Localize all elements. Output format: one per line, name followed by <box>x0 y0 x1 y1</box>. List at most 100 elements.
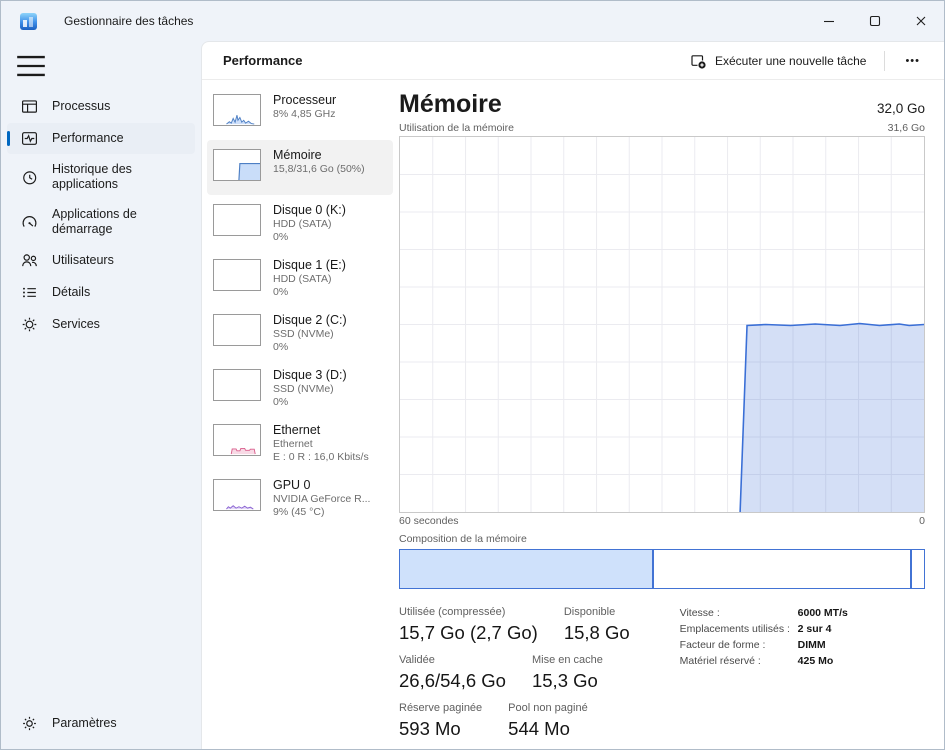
perf-item-type: SSD (NVMe) <box>273 328 347 341</box>
perf-item-ethernet[interactable]: Ethernet Ethernet E : 0 R : 16,0 Kbits/s <box>207 415 393 470</box>
startup-apps-icon <box>21 214 38 231</box>
perf-item-gpu[interactable]: GPU 0 NVIDIA GeForce R... 9% (45 °C) <box>207 470 393 525</box>
close-button[interactable] <box>898 1 944 41</box>
window-controls <box>806 1 944 41</box>
stat-nonpaged-pool: Pool non paginé 544 Mo <box>508 701 588 740</box>
sidebar-item-label: Détails <box>52 285 90 300</box>
sidebar-item-processus[interactable]: Processus <box>7 91 195 122</box>
ethernet-sparkline <box>213 424 261 456</box>
memory-composition-bar <box>399 549 925 589</box>
perf-item-disk1[interactable]: Disque 1 (E:) HDD (SATA) 0% <box>207 250 393 305</box>
sidebar-item-parametres[interactable]: Paramètres <box>7 708 195 739</box>
perf-item-stat: 0% <box>273 341 347 354</box>
sidebar-item-details[interactable]: Détails <box>7 277 195 308</box>
perf-item-name: Disque 0 (K:) <box>273 203 346 218</box>
sidebar-item-label: Services <box>52 317 100 332</box>
stat-committed: Validée 26,6/54,6 Go <box>399 653 506 692</box>
sidebar-item-label: Performance <box>52 131 124 146</box>
minimize-icon <box>821 13 837 29</box>
perf-item-type: SSD (NVMe) <box>273 383 347 396</box>
page-title: Performance <box>223 53 302 68</box>
sidebar-item-label: Paramètres <box>52 716 117 731</box>
disk1-sparkline <box>213 259 261 291</box>
sidebar-item-performance[interactable]: Performance <box>7 123 195 154</box>
perf-item-stat: 15,8/31,6 Go (50%) <box>273 163 365 176</box>
main-panel: Performance Exécuter une nouvelle tâche … <box>201 41 944 749</box>
title-bar: Gestionnaire des tâches <box>1 1 944 41</box>
cpu-sparkline <box>213 94 261 126</box>
perf-item-name: Mémoire <box>273 148 365 163</box>
menu-toggle-button[interactable] <box>14 49 48 83</box>
perf-item-memory[interactable]: Mémoire 15,8/31,6 Go (50%) <box>207 140 393 195</box>
stat-paged-pool: Réserve paginée 593 Mo <box>399 701 482 740</box>
disk3-sparkline <box>213 369 261 401</box>
processes-icon <box>21 98 38 115</box>
perf-item-stat: 8% 4,85 GHz <box>273 108 336 121</box>
sidebar-item-utilisateurs[interactable]: Utilisateurs <box>7 245 195 276</box>
perf-item-name: Disque 1 (E:) <box>273 258 346 273</box>
hamburger-icon <box>14 49 48 83</box>
composition-used-segment <box>400 550 654 588</box>
usage-chart-max: 31,6 Go <box>888 122 925 134</box>
sidebar: Processus Performance Historique des app… <box>1 41 201 749</box>
more-options-button[interactable]: ••• <box>893 51 932 71</box>
maximize-button[interactable] <box>852 1 898 41</box>
sidebar-item-label: Utilisateurs <box>52 253 114 268</box>
app-icon <box>20 13 37 30</box>
perf-item-stat: 9% (45 °C) <box>273 506 370 519</box>
run-new-task-label: Exécuter une nouvelle tâche <box>715 54 866 68</box>
perf-item-type: HDD (SATA) <box>273 218 346 231</box>
header-divider <box>884 51 885 71</box>
detail-row-reserved: Matériel réservé : 425 Mo <box>680 653 848 669</box>
memory-stats: Utilisée (compressée) 15,7 Go (2,7 Go) D… <box>399 605 925 749</box>
perf-item-type: Ethernet <box>273 438 369 451</box>
perf-item-cpu[interactable]: Processeur 8% 4,85 GHz <box>207 85 393 140</box>
perf-item-disk0[interactable]: Disque 0 (K:) HDD (SATA) 0% <box>207 195 393 250</box>
sidebar-item-demarrage[interactable]: Applications de démarrage <box>7 200 195 244</box>
users-icon <box>21 252 38 269</box>
composition-label: Composition de la mémoire <box>399 533 925 546</box>
sidebar-item-historique[interactable]: Historique des applications <box>7 155 195 199</box>
services-icon <box>21 316 38 333</box>
sidebar-item-label: Historique des applications <box>52 162 170 192</box>
sidebar-item-services[interactable]: Services <box>7 309 195 340</box>
perf-item-name: GPU 0 <box>273 478 370 493</box>
time-axis-right: 0 <box>919 515 925 528</box>
minimize-button[interactable] <box>806 1 852 41</box>
details-icon <box>21 284 38 301</box>
perf-item-disk3[interactable]: Disque 3 (D:) SSD (NVMe) 0% <box>207 360 393 415</box>
composition-divider <box>910 550 912 588</box>
panel-header: Performance Exécuter une nouvelle tâche … <box>202 42 944 80</box>
perf-item-stat: E : 0 R : 16,0 Kbits/s <box>273 451 369 464</box>
disk2-sparkline <box>213 314 261 346</box>
perf-item-name: Disque 2 (C:) <box>273 313 347 328</box>
stat-used: Utilisée (compressée) 15,7 Go (2,7 Go) <box>399 605 538 644</box>
usage-chart-label: Utilisation de la mémoire <box>399 122 514 134</box>
perf-item-disk2[interactable]: Disque 2 (C:) SSD (NVMe) 0% <box>207 305 393 360</box>
time-axis-left: 60 secondes <box>399 515 459 528</box>
app-history-icon <box>21 169 38 186</box>
memory-total: 32,0 Go <box>877 101 925 119</box>
memory-detail: Mémoire 32,0 Go Utilisation de la mémoir… <box>399 85 925 749</box>
perf-item-name: Ethernet <box>273 423 369 438</box>
detail-row-slots: Emplacements utilisés : 2 sur 4 <box>680 621 848 637</box>
perf-item-stat: 0% <box>273 396 347 409</box>
hardware-details: Vitesse : 6000 MT/s Emplacements utilisé… <box>680 605 848 749</box>
gpu-sparkline <box>213 479 261 511</box>
memory-usage-chart <box>399 136 925 513</box>
new-task-icon <box>690 53 706 69</box>
window-title: Gestionnaire des tâches <box>64 14 193 28</box>
memory-sparkline <box>213 149 261 181</box>
sidebar-item-label: Processus <box>52 99 110 114</box>
perf-item-type: NVIDIA GeForce R... <box>273 493 370 506</box>
performance-icon <box>21 130 38 147</box>
stat-cached: Mise en cache 15,3 Go <box>532 653 603 692</box>
memory-title: Mémoire <box>399 89 502 119</box>
detail-row-speed: Vitesse : 6000 MT/s <box>680 605 848 621</box>
perf-item-type: HDD (SATA) <box>273 273 346 286</box>
performance-rail: Processeur 8% 4,85 GHz Mémoire <box>207 85 393 749</box>
detail-row-form-factor: Facteur de forme : DIMM <box>680 637 848 653</box>
stat-available: Disponible 15,8 Go <box>564 605 630 644</box>
maximize-icon <box>867 13 883 29</box>
run-new-task-button[interactable]: Exécuter une nouvelle tâche <box>680 47 876 75</box>
